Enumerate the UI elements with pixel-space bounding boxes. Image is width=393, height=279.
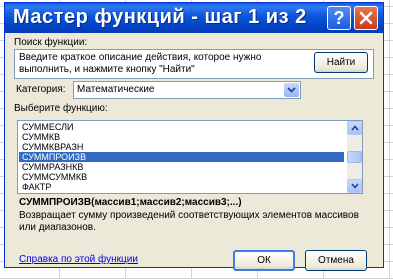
chevron-down-icon (351, 183, 359, 189)
scroll-up-button[interactable] (347, 121, 362, 135)
function-description: Возвращает сумму произведений соответств… (19, 210, 359, 233)
help-button[interactable]: ? (327, 6, 351, 30)
help-icon: ? (333, 8, 345, 28)
cancel-button[interactable]: Отмена (305, 250, 367, 271)
list-scrollbar[interactable] (347, 121, 362, 193)
list-item[interactable]: СУММЕСЛИ (19, 122, 344, 132)
ok-button[interactable]: ОК (233, 250, 295, 271)
category-select[interactable]: Математические (73, 81, 301, 99)
list-item[interactable]: ФАКТР (19, 182, 344, 192)
function-help-link[interactable]: Справка по этой функции (19, 254, 138, 265)
category-value: Математические (77, 84, 155, 95)
list-item[interactable]: СУММКВ (19, 132, 344, 142)
function-syntax: СУММПРОИЗВ(массив1;массив2;массив3;...) (19, 197, 242, 208)
list-item[interactable]: СУММКВРАЗН (19, 142, 344, 152)
category-dropdown-button[interactable] (284, 83, 299, 97)
function-wizard-dialog: Мастер функций - шаг 1 из 2 ? Поиск функ… (4, 2, 384, 271)
window-title: Мастер функций - шаг 1 из 2 (13, 6, 307, 28)
chevron-up-icon (351, 125, 359, 131)
function-list-label: Выберите функцию: (14, 103, 108, 114)
list-item-selected[interactable]: СУММПРОИЗВ (19, 152, 344, 162)
chevron-down-icon (287, 87, 296, 93)
close-button[interactable] (354, 6, 378, 30)
function-listbox[interactable]: СУММЕСЛИ СУММКВ СУММКВРАЗН СУММПРОИЗВ СУ… (17, 120, 363, 194)
list-item[interactable]: СУММРАЗНКВ (19, 162, 344, 172)
search-label: Поиск функции: (14, 37, 88, 48)
search-text: Введите краткое описание действия, котор… (19, 52, 262, 75)
category-label: Категория: (16, 84, 66, 95)
scroll-down-button[interactable] (347, 179, 362, 193)
close-icon (359, 11, 373, 25)
list-item[interactable]: СУММСУММКВ (19, 172, 344, 182)
title-bar[interactable]: Мастер функций - шаг 1 из 2 ? (5, 3, 383, 33)
scroll-thumb[interactable] (347, 151, 362, 163)
find-button[interactable]: Найти (314, 52, 368, 73)
